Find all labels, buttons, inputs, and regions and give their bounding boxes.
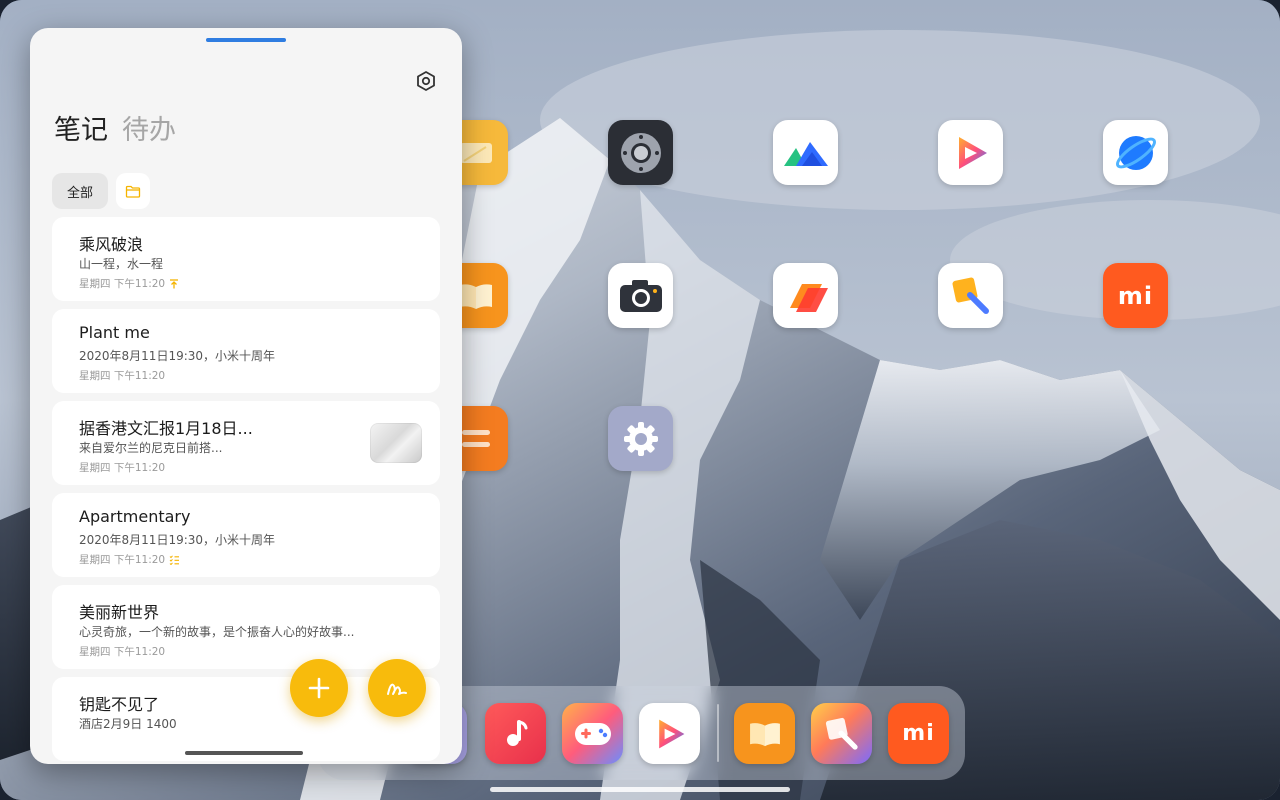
mi-store-app-icon[interactable]: mi (888, 703, 949, 764)
note-title: 美丽新世界 (79, 603, 160, 622)
note-title: Apartmentary (79, 507, 191, 526)
folder-filter-button[interactable] (116, 173, 150, 209)
note-timestamp: 星期四 下午11:20 (79, 554, 166, 566)
new-note-button[interactable] (290, 659, 348, 717)
tab-todo[interactable]: 待办 (122, 112, 176, 150)
note-timestamp: 星期四 下午11:20 (79, 646, 166, 658)
remote-app-icon[interactable] (608, 120, 673, 185)
notes-tab-row: 笔记 待办 (54, 112, 176, 150)
mi-store-app-icon[interactable]: mi (1103, 263, 1168, 328)
panel-resize-bar[interactable] (185, 751, 303, 755)
note-timestamp: 星期四 下午11:20 (79, 462, 166, 474)
note-preview: 来自爱尔兰的尼克日前搭... (79, 441, 223, 455)
folder-icon (125, 185, 141, 198)
tab-notes[interactable]: 笔记 (54, 112, 108, 150)
themes-app-icon[interactable] (811, 703, 872, 764)
books-app-icon[interactable] (734, 703, 795, 764)
checklist-icon (169, 554, 180, 565)
music-app-icon[interactable] (485, 703, 546, 764)
video-player-app-icon[interactable] (639, 703, 700, 764)
handwriting-note-button[interactable] (368, 659, 426, 717)
note-title: 钥匙不见了 (79, 695, 160, 714)
settings-hex-icon (417, 71, 435, 91)
note-time: 星期四 下午11:20 (79, 644, 165, 659)
note-preview: 酒店2月9日 1400 (79, 717, 177, 731)
cards-app-icon[interactable] (773, 263, 838, 328)
note-preview: 山一程，水一程 (79, 257, 164, 271)
note-card[interactable]: Apartmentary 2020年8月11日19:30，小米十周年 星期四 下… (52, 493, 440, 577)
plus-icon (308, 677, 330, 699)
note-time: 星期四 下午11:20 (79, 368, 165, 383)
note-preview: 2020年8月11日19:30，小米十周年 (79, 533, 276, 547)
video-player-app-icon[interactable] (938, 120, 1003, 185)
themes-app-icon[interactable] (938, 263, 1003, 328)
settings-app-icon[interactable] (608, 406, 673, 471)
filter-all-button[interactable]: 全部 (52, 173, 108, 209)
note-preview: 2020年8月11日19:30，小米十周年 (79, 349, 276, 363)
notes-panel: 笔记 待办 全部 乘风破浪 山一程，水一程 星期四 下午11:20 Plant … (30, 28, 462, 764)
note-thumbnail-image (370, 423, 422, 463)
mi-logo-text: mi (1117, 281, 1154, 310)
settings-button[interactable] (414, 69, 438, 93)
dock-divider (717, 704, 719, 762)
note-title: 据香港文汇报1月18日... (79, 419, 253, 438)
panel-drag-handle[interactable] (206, 38, 286, 42)
browser-app-icon[interactable] (1103, 120, 1168, 185)
note-card[interactable]: 据香港文汇报1月18日... 来自爱尔兰的尼克日前搭... 星期四 下午11:2… (52, 401, 440, 485)
handwriting-icon (387, 683, 407, 695)
mountain-app-icon[interactable] (773, 120, 838, 185)
pin-top-icon (170, 278, 179, 288)
home-indicator-bar[interactable] (490, 787, 790, 792)
game-center-app-icon[interactable] (562, 703, 623, 764)
mi-logo-text: mi (902, 721, 935, 746)
note-card[interactable]: Plant me 2020年8月11日19:30，小米十周年 星期四 下午11:… (52, 309, 440, 393)
note-time: 星期四 下午11:20 (79, 552, 180, 567)
note-timestamp: 星期四 下午11:20 (79, 278, 166, 290)
camera-app-icon[interactable] (608, 263, 673, 328)
note-time: 星期四 下午11:20 (79, 460, 165, 475)
note-preview: 心灵奇旅，一个新的故事，是个振奋人心的好故事... (79, 625, 355, 639)
note-title: 乘风破浪 (79, 235, 144, 254)
note-time: 星期四 下午11:20 (79, 276, 179, 291)
note-card[interactable]: 乘风破浪 山一程，水一程 星期四 下午11:20 (52, 217, 440, 301)
note-card[interactable]: 美丽新世界 心灵奇旅，一个新的故事，是个振奋人心的好故事... 星期四 下午11… (52, 585, 440, 669)
note-timestamp: 星期四 下午11:20 (79, 370, 166, 382)
note-title: Plant me (79, 323, 150, 342)
